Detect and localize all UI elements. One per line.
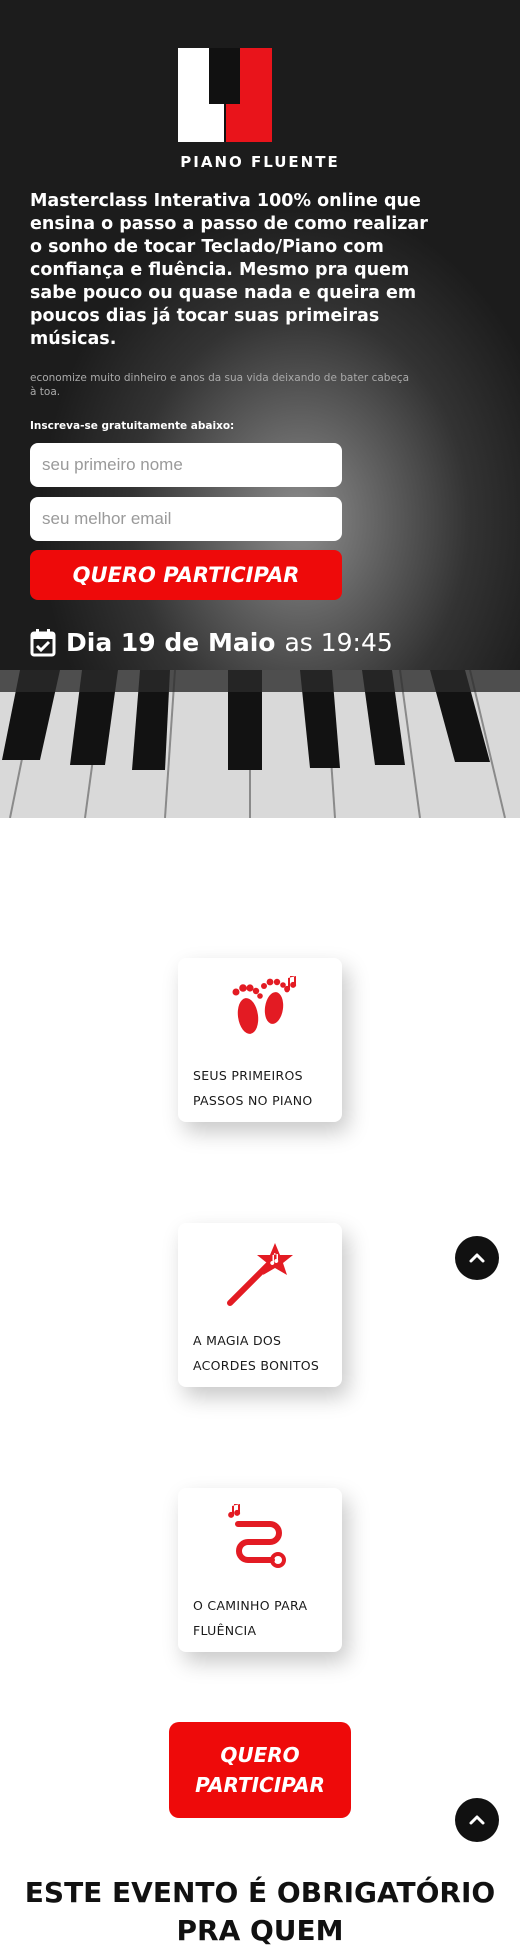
participate-button[interactable]: QUERO PARTICIPAR xyxy=(30,550,342,600)
feature-caption: O CAMINHO PARA FLUÊNCIA xyxy=(193,1598,308,1638)
participate-button-label: QUERO PARTICIPAR xyxy=(195,1743,325,1797)
participate-button-bottom[interactable]: QUERO PARTICIPAR xyxy=(169,1722,351,1818)
feature-card-fluency-path: O CAMINHO PARA FLUÊNCIA xyxy=(178,1488,342,1652)
feature-caption: SEUS PRIMEIROS PASSOS NO PIANO xyxy=(193,1068,313,1108)
scroll-to-top-button[interactable] xyxy=(455,1798,499,1842)
feature-caption: A MAGIA DOS ACORDES BONITOS xyxy=(193,1333,320,1373)
hero-section: PIANO FLUENTE Masterclass Interativa 100… xyxy=(0,0,520,818)
piano-keys-logo xyxy=(178,48,272,142)
first-name-input[interactable] xyxy=(30,443,342,487)
section-heading: ESTE EVENTO É OBRIGATÓRIO PRA QUEM xyxy=(24,1876,496,1947)
chevron-up-icon xyxy=(469,1815,485,1825)
hero-subnote: economize muito dinheiro e anos da sua v… xyxy=(30,372,410,398)
chevron-up-icon xyxy=(469,1253,485,1263)
calendar-check-icon xyxy=(30,628,56,656)
hero-headline: Masterclass Interativa 100% online que e… xyxy=(30,191,428,349)
path-icon xyxy=(228,1504,286,1568)
email-input[interactable] xyxy=(30,497,342,541)
scroll-to-top-button[interactable] xyxy=(455,1236,499,1280)
piano-keys-background xyxy=(0,670,520,818)
event-day: Dia 19 de Maio xyxy=(66,628,276,657)
brand-name: PIANO FLUENTE xyxy=(180,153,340,171)
feature-card-first-steps: SEUS PRIMEIROS PASSOS NO PIANO xyxy=(178,958,342,1122)
event-time: as 19:45 xyxy=(284,628,393,657)
form-label: Inscreva-se gratuitamente abaixo: xyxy=(30,420,235,432)
magic-wand-icon xyxy=(227,1243,293,1306)
feature-card-chords-magic: A MAGIA DOS ACORDES BONITOS xyxy=(178,1223,342,1387)
event-date: Dia 19 de Maio as 19:45 xyxy=(30,628,393,657)
footprints-icon xyxy=(232,976,297,1034)
